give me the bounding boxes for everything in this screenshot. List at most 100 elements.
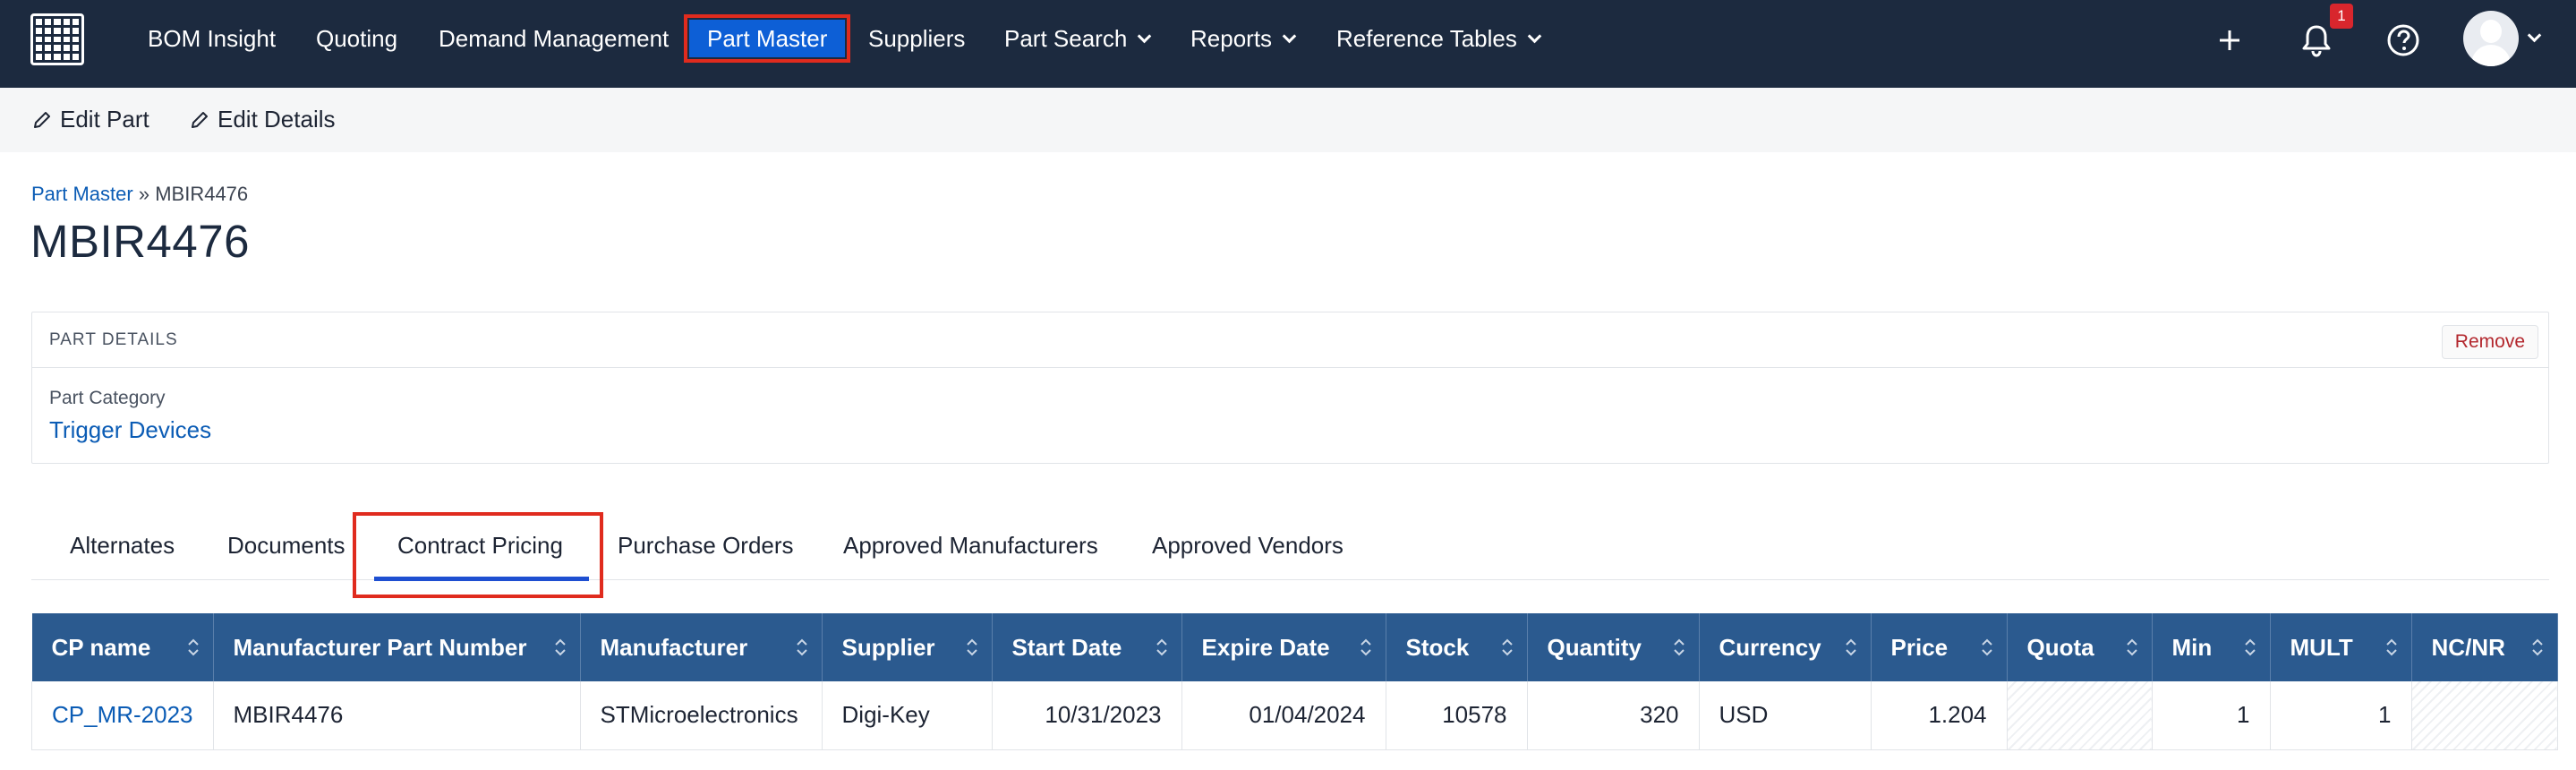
tab-alternates[interactable]: Alternates xyxy=(70,532,175,560)
sort-icon[interactable] xyxy=(2126,637,2137,657)
column-header-label: Currency xyxy=(1719,633,1821,661)
edit-details-button[interactable]: Edit Details xyxy=(189,106,336,133)
avatar-body xyxy=(2471,45,2511,66)
nav-suppliers[interactable]: Suppliers xyxy=(868,20,965,57)
column-header[interactable]: Currency xyxy=(1699,613,1872,681)
table-cell: STMicroelectronics xyxy=(580,681,823,750)
part-category-value-link[interactable]: Trigger Devices xyxy=(49,416,211,444)
nav-demand-management[interactable]: Demand Management xyxy=(439,20,669,57)
column-header-label: Expire Date xyxy=(1201,633,1330,661)
column-header[interactable]: Manufacturer Part Number xyxy=(213,613,581,681)
table-cell: USD xyxy=(1699,681,1872,750)
tab-documents[interactable]: Documents xyxy=(227,532,345,560)
page-title: MBIR4476 xyxy=(30,216,250,267)
table-cell: 1.204 xyxy=(1871,681,2008,750)
table-cell: 1 xyxy=(2270,681,2412,750)
column-header[interactable]: NC/NR xyxy=(2411,613,2558,681)
sort-icon[interactable] xyxy=(966,637,977,657)
edit-part-label: Edit Part xyxy=(60,106,149,133)
sort-icon[interactable] xyxy=(554,637,566,657)
column-header[interactable]: Supplier xyxy=(822,613,993,681)
chevron-down-icon xyxy=(1527,29,1542,44)
table-row: CP_MR-2023 MBIR4476 STMicroelectronics Digi… xyxy=(31,681,2558,750)
column-header-label: Start Date xyxy=(1011,633,1122,661)
table-cell: Digi-Key xyxy=(822,681,993,750)
breadcrumb: Part Master » MBIR4476 xyxy=(31,183,248,206)
column-header[interactable]: Price xyxy=(1871,613,2008,681)
part-details-title: PART DETAILS xyxy=(49,330,178,349)
column-header[interactable]: Start Date xyxy=(992,613,1182,681)
table-cell: 10578 xyxy=(1386,681,1528,750)
table-cell xyxy=(2411,681,2558,750)
column-header-label: MULT xyxy=(2290,633,2353,661)
sort-icon[interactable] xyxy=(1156,637,1167,657)
column-header[interactable]: CP name xyxy=(31,613,214,681)
nav-part-master[interactable]: Part Master xyxy=(683,14,851,63)
column-header[interactable]: Expire Date xyxy=(1181,613,1386,681)
table-cell: 10/31/2023 xyxy=(992,681,1182,750)
column-header[interactable]: Quantity xyxy=(1527,613,1700,681)
nav-part-search-label: Part Search xyxy=(1004,25,1128,52)
action-toolbar: Edit Part Edit Details xyxy=(0,88,2576,152)
column-header-label: Min xyxy=(2171,633,2213,661)
nav-part-search[interactable]: Part Search xyxy=(1004,20,1152,57)
tab-purchase-orders[interactable]: Purchase Orders xyxy=(618,532,794,560)
edit-part-button[interactable]: Edit Part xyxy=(31,106,149,133)
sort-icon[interactable] xyxy=(1501,637,1513,657)
table-cell: 01/04/2024 xyxy=(1181,681,1386,750)
highlight-box xyxy=(353,512,603,598)
pencil-icon xyxy=(34,111,50,128)
edit-details-label: Edit Details xyxy=(218,106,336,133)
notification-bell-icon[interactable] xyxy=(2298,21,2335,59)
column-header-label: Stock xyxy=(1405,633,1470,661)
app-grid-logo-icon[interactable] xyxy=(30,13,84,65)
sort-icon[interactable] xyxy=(1360,637,1371,657)
sort-icon[interactable] xyxy=(1981,637,1992,657)
contract-pricing-table: CP name Manufacturer Part Number Manufactu… xyxy=(31,613,2558,750)
column-header[interactable]: Stock xyxy=(1386,613,1528,681)
remove-button[interactable]: Remove xyxy=(2441,325,2538,359)
chevron-down-icon[interactable] xyxy=(2527,28,2542,43)
tab-approved-manufacturers[interactable]: Approved Manufacturers xyxy=(843,532,1098,560)
chevron-down-icon xyxy=(1282,29,1297,44)
column-header-label: NC/NR xyxy=(2431,633,2505,661)
part-category-label: Part Category xyxy=(49,388,166,408)
add-icon[interactable] xyxy=(2211,21,2248,59)
nav-reference-tables[interactable]: Reference Tables xyxy=(1336,20,1542,57)
sort-icon[interactable] xyxy=(187,637,199,657)
sort-icon[interactable] xyxy=(1845,637,1856,657)
chevron-down-icon xyxy=(1138,29,1152,44)
tab-approved-vendors[interactable]: Approved Vendors xyxy=(1152,532,1343,560)
sort-icon[interactable] xyxy=(1673,637,1685,657)
column-header-label: CP name xyxy=(51,633,151,661)
top-navbar: BOM Insight Quoting Demand Management Pa… xyxy=(0,0,2576,88)
column-header[interactable]: Min xyxy=(2152,613,2271,681)
nav-reference-tables-label: Reference Tables xyxy=(1336,25,1517,52)
part-details-card: PART DETAILS Remove Part Category Trigge… xyxy=(31,312,2549,464)
column-header[interactable]: Quota xyxy=(2007,613,2153,681)
sort-icon[interactable] xyxy=(796,637,807,657)
column-header-label: Supplier xyxy=(841,633,935,661)
help-icon[interactable] xyxy=(2384,21,2422,59)
table-cell: MBIR4476 xyxy=(213,681,581,750)
breadcrumb-separator: » xyxy=(138,183,150,205)
column-header-label: Price xyxy=(1890,633,1949,661)
table-cell[interactable]: CP_MR-2023 xyxy=(31,681,214,750)
nav-bom-insight[interactable]: BOM Insight xyxy=(148,20,276,57)
column-header[interactable]: MULT xyxy=(2270,613,2412,681)
column-header-label: Manufacturer xyxy=(600,633,748,661)
breadcrumb-part-master-link[interactable]: Part Master xyxy=(31,183,133,205)
avatar-head xyxy=(2480,20,2502,43)
user-avatar[interactable] xyxy=(2463,11,2519,66)
column-header[interactable]: Manufacturer xyxy=(580,613,823,681)
table-cell: 1 xyxy=(2152,681,2271,750)
table-header-row: CP name Manufacturer Part Number Manufactu… xyxy=(31,613,2558,681)
column-header-label: Quantity xyxy=(1547,633,1642,661)
notification-badge: 1 xyxy=(2330,4,2353,29)
nav-quoting[interactable]: Quoting xyxy=(316,20,397,57)
sort-icon[interactable] xyxy=(2531,637,2543,657)
column-header-label: Quota xyxy=(2026,633,2094,661)
nav-reports[interactable]: Reports xyxy=(1190,20,1297,57)
sort-icon[interactable] xyxy=(2385,637,2397,657)
sort-icon[interactable] xyxy=(2244,637,2256,657)
